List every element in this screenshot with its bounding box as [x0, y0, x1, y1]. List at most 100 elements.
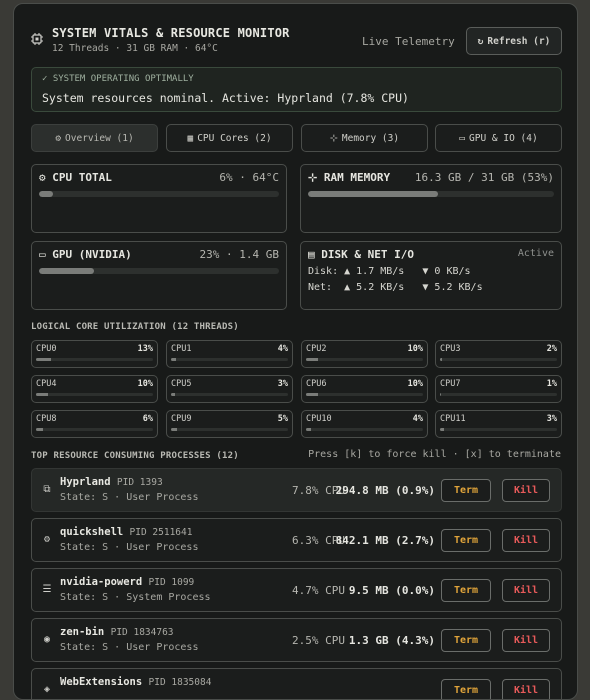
core-card-cpu8: CPU8 6%: [31, 410, 158, 438]
core-label: CPU11: [440, 414, 466, 424]
core-bar: [440, 393, 557, 396]
memory-icon: ⊹: [308, 171, 318, 184]
gear-icon: ⚙: [39, 171, 46, 184]
core-bar-fill: [171, 393, 175, 396]
process-row[interactable]: ◉ zen-bin PID 1834763 State: S · User Proc…: [31, 618, 562, 662]
core-bar-fill: [306, 358, 318, 361]
processes-hint: Press [k] to force kill · [x] to termina…: [308, 449, 561, 460]
terminate-button[interactable]: Term: [441, 479, 491, 502]
core-label: CPU10: [306, 414, 332, 424]
refresh-button[interactable]: ↻ Refresh (r): [466, 27, 562, 55]
core-bar-fill: [171, 358, 176, 361]
ram-memory-title: ⊹ RAM MEMORY: [308, 171, 391, 184]
core-bar-fill: [440, 393, 442, 396]
gear-icon: ⚙: [43, 534, 51, 545]
core-card-cpu2: CPU2 10%: [301, 340, 428, 368]
process-name: quickshell PID 2511641: [60, 526, 193, 538]
process-name: WebExtensions PID 1835084: [60, 676, 212, 688]
core-card-cpu7: CPU7 1%: [435, 375, 562, 403]
core-bar-fill: [171, 428, 177, 431]
tab-label: Overview (1): [65, 132, 134, 144]
process-pid: PID 1834763: [110, 627, 174, 638]
process-memory: 9.5 MB (0.0%): [348, 584, 435, 597]
core-bar: [306, 428, 423, 431]
status-message: System resources nominal. Active: Hyprla…: [42, 91, 409, 105]
process-pid: PID 2511641: [129, 527, 193, 538]
core-value: 5%: [277, 414, 288, 424]
core-bar: [171, 393, 288, 396]
core-bar: [440, 358, 557, 361]
page-subtitle: 12 Threads · 31 GB RAM · 64°C: [52, 43, 218, 54]
process-state: State: S · User Process: [60, 542, 199, 553]
gpu-bar-fill: [39, 268, 95, 274]
gpu-value: 23% · 1.4 GB: [199, 248, 279, 261]
tab-overview[interactable]: ⚙ Overview (1): [31, 124, 158, 152]
list-icon: ☰: [42, 584, 52, 595]
net-io-line: Net: ▲ 5.2 KB/s ▼ 5.2 KB/s: [308, 282, 483, 293]
status-heading: ✓ SYSTEM OPERATING OPTIMALLY: [42, 74, 194, 84]
process-pid: PID 1835084: [148, 677, 212, 688]
core-value: 6%: [142, 414, 153, 424]
refresh-icon: ↻: [477, 35, 484, 47]
process-memory: 842.1 MB (2.7%): [335, 534, 435, 547]
core-label: CPU3: [440, 344, 461, 354]
core-bar-fill: [440, 428, 444, 431]
cpu-chip-icon: [30, 32, 44, 46]
kill-button[interactable]: Kill: [502, 479, 550, 502]
live-telemetry-label: Live Telemetry: [362, 35, 455, 48]
tab-memory[interactable]: ⊹ Memory (3): [301, 124, 428, 152]
core-card-cpu4: CPU4 10%: [31, 375, 158, 403]
terminate-button[interactable]: Term: [441, 629, 491, 652]
kill-button[interactable]: Kill: [502, 529, 550, 552]
process-row[interactable]: ⚙ quickshell PID 2511641 State: S · User P…: [31, 518, 562, 562]
gear-icon: ⚙: [55, 132, 62, 144]
core-card-cpu10: CPU10 4%: [301, 410, 428, 438]
kill-button[interactable]: Kill: [502, 579, 550, 602]
core-label: CPU1: [171, 344, 192, 354]
core-card-cpu6: CPU6 10%: [301, 375, 428, 403]
process-row[interactable]: ☰ nvidia-powerd PID 1099 State: S · System…: [31, 568, 562, 612]
core-card-cpu3: CPU3 2%: [435, 340, 562, 368]
tab-gpu-io[interactable]: ▭ GPU & IO (4): [435, 124, 562, 152]
core-label: CPU6: [306, 379, 327, 389]
terminate-button[interactable]: Term: [441, 579, 491, 602]
core-label: CPU9: [171, 414, 192, 424]
disk-net-card: ▤ DISK & NET I/O Active Disk: ▲ 1.7 MB/s…: [300, 241, 562, 310]
refresh-label: Refresh (r): [487, 35, 551, 47]
process-pid: PID 1099: [148, 577, 195, 588]
core-bar-fill: [306, 393, 318, 396]
tab-label: CPU Cores (2): [197, 132, 272, 144]
core-bar: [306, 358, 423, 361]
core-bar: [171, 428, 288, 431]
ram-memory-value: 16.3 GB / 31 GB (53%): [414, 171, 554, 184]
tab-label: GPU & IO (4): [469, 132, 538, 144]
cpu-total-bar: [39, 191, 279, 197]
process-memory: 1.3 GB (4.3%): [348, 634, 435, 647]
gpu-bar: [39, 268, 279, 274]
process-name: nvidia-powerd PID 1099: [60, 576, 195, 588]
process-pid: PID 1393: [116, 477, 163, 488]
core-value: 1%: [546, 379, 557, 389]
monitor-icon: ▭: [459, 132, 466, 144]
core-value: 10%: [407, 344, 423, 354]
process-name: Hyprland PID 1393: [60, 476, 163, 488]
tab-cpu-cores[interactable]: ▦ CPU Cores (2): [166, 124, 293, 152]
core-bar-fill: [306, 428, 311, 431]
core-bar: [171, 358, 288, 361]
process-cpu: 2.5% CPU: [292, 634, 345, 647]
core-value: 3%: [277, 379, 288, 389]
terminate-button[interactable]: Term: [441, 679, 491, 699]
core-bar-fill: [36, 358, 52, 361]
kill-button[interactable]: Kill: [502, 679, 550, 699]
refresh-icon: ◉: [43, 634, 51, 645]
process-row[interactable]: ◈ WebExtensions PID 1835084 Term Kill: [31, 668, 562, 699]
monitor-window: SYSTEM VITALS & RESOURCE MONITOR 12 Thre…: [13, 3, 578, 700]
terminate-button[interactable]: Term: [441, 529, 491, 552]
kill-button[interactable]: Kill: [502, 629, 550, 652]
process-cpu: 4.7% CPU: [292, 584, 345, 597]
core-value: 3%: [546, 414, 557, 424]
process-row[interactable]: ⧉ Hyprland PID 1393 State: S · User Proces…: [31, 468, 562, 512]
core-label: CPU8: [36, 414, 57, 424]
core-card-cpu11: CPU11 3%: [435, 410, 562, 438]
core-bar-fill: [36, 428, 44, 431]
